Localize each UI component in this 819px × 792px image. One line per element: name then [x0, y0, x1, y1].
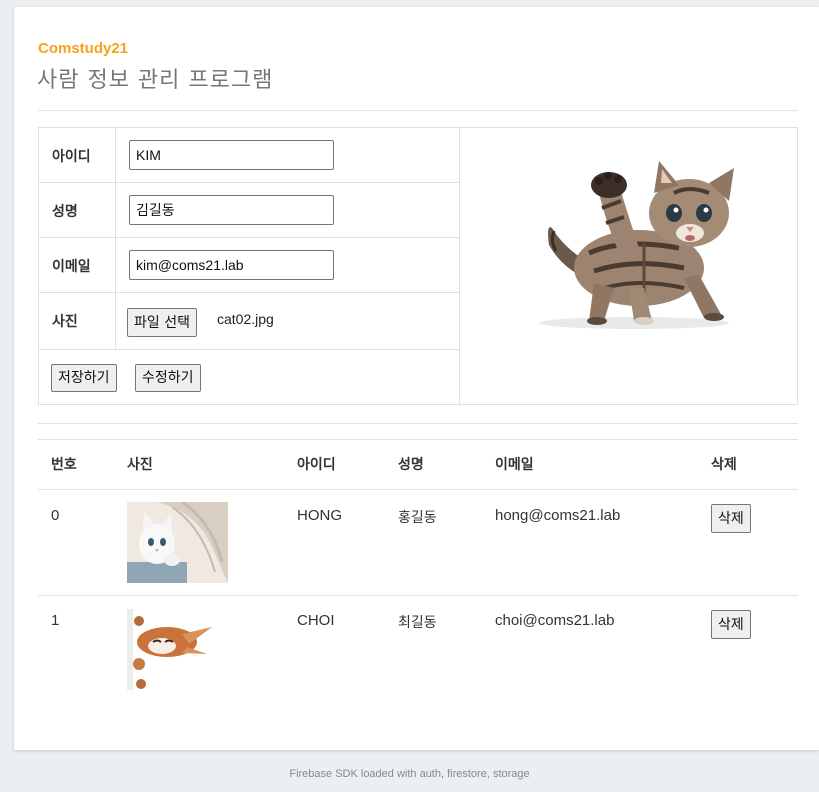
- form-row-id: 아이디: [39, 128, 459, 183]
- row-photo-image: [127, 609, 228, 690]
- col-header-id: 아이디: [297, 457, 336, 473]
- header-row-border: [38, 489, 798, 490]
- col-header-delete: 삭제: [711, 457, 737, 473]
- edit-button[interactable]: 수정하기: [135, 364, 201, 392]
- table-top-border: [38, 439, 798, 440]
- row-email: hong@coms21.lab: [495, 507, 621, 524]
- col-header-name: 성명: [398, 457, 424, 473]
- photo-preview-image: [539, 161, 734, 329]
- delete-button[interactable]: 삭제: [711, 610, 751, 639]
- col-header-photo: 사진: [127, 457, 153, 473]
- row-border: [38, 595, 798, 596]
- form-row-actions: 저장하기 수정하기: [39, 350, 459, 405]
- col-header-email: 이메일: [495, 457, 534, 473]
- col-header-no: 번호: [51, 457, 77, 473]
- email-input[interactable]: [129, 250, 334, 280]
- name-label: 성명: [52, 204, 78, 220]
- row-id: CHOI: [297, 612, 335, 629]
- row-name: 최길동: [398, 615, 437, 631]
- row-photo-image: [127, 502, 228, 583]
- brand-label: Comstudy21: [38, 40, 129, 57]
- name-input[interactable]: [129, 195, 334, 225]
- main-card: Comstudy21 사람 정보 관리 프로그램 아이디 성명 이메일 사진 파…: [14, 7, 819, 750]
- row-id: HONG: [297, 507, 342, 524]
- form-row-name: 성명: [39, 183, 459, 238]
- delete-button[interactable]: 삭제: [711, 504, 751, 533]
- page-title: 사람 정보 관리 프로그램: [37, 68, 274, 93]
- footer-status: Firebase SDK loaded with auth, firestore…: [289, 768, 530, 780]
- form-row-email: 이메일: [39, 238, 459, 293]
- form-row-photo: 사진 파일 선택 cat02.jpg: [39, 293, 459, 350]
- row-email: choi@coms21.lab: [495, 612, 615, 629]
- file-select-button[interactable]: 파일 선택: [127, 308, 197, 337]
- id-input[interactable]: [129, 140, 334, 170]
- email-label: 이메일: [52, 259, 91, 275]
- id-label: 아이디: [52, 149, 91, 165]
- selected-file-name: cat02.jpg: [217, 311, 274, 327]
- row-name: 홍길동: [398, 510, 437, 526]
- header-divider: [38, 110, 798, 111]
- photo-label: 사진: [52, 314, 78, 330]
- row-no: 1: [51, 612, 60, 629]
- row-no: 0: [51, 507, 60, 524]
- save-button[interactable]: 저장하기: [51, 364, 117, 392]
- person-form: 아이디 성명 이메일 사진 파일 선택 cat02.jpg 저장하기 수정하기: [38, 127, 798, 405]
- section-divider: [38, 423, 798, 424]
